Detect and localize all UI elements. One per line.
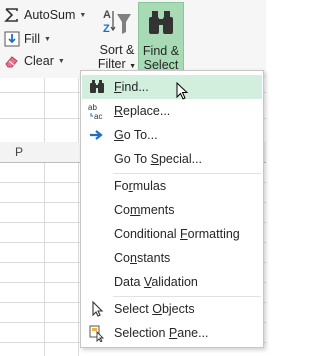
menu-item-select-objects[interactable]: Select Objects: [82, 297, 262, 321]
menu-item-find[interactable]: Find...: [82, 75, 262, 99]
clear-label: Clear: [24, 54, 54, 68]
ribbon: AutoSum ▼ Fill ▼ Clear ▼ A Z Sort & Filt…: [0, 0, 266, 85]
fill-label: Fill: [24, 32, 40, 46]
find-select-label-line1: Find &: [142, 44, 180, 58]
svg-text:A: A: [103, 9, 111, 21]
menu-item-conditional-formatting-label: Conditional Formatting: [114, 227, 240, 241]
menu-item-formulas[interactable]: Formulas: [82, 174, 262, 198]
menu-item-replace-label: Replace...: [114, 104, 171, 118]
autosum-dropdown-icon[interactable]: ▼: [79, 12, 86, 19]
menu-item-data-validation[interactable]: Data Validation: [82, 270, 262, 294]
mouse-cursor-icon: [176, 82, 189, 100]
menu-item-goto-special-label: Go To Special...: [114, 152, 203, 166]
menu-item-comments-label: Comments: [114, 203, 175, 217]
selection-pane-icon: [89, 325, 105, 342]
sort-filter-label-line1: Sort &: [99, 43, 135, 57]
menu-item-comments[interactable]: Comments: [82, 198, 262, 222]
fill-down-icon: [4, 31, 20, 47]
fill-button[interactable]: Fill ▼: [4, 29, 51, 49]
clear-dropdown-icon[interactable]: ▼: [58, 58, 65, 65]
arrow-right-icon: [90, 130, 103, 140]
svg-text:Z: Z: [103, 23, 110, 35]
menu-item-goto-label: Go To...: [114, 128, 158, 142]
column-header-p[interactable]: P: [15, 145, 23, 159]
menu-item-conditional-formatting[interactable]: Conditional Formatting: [82, 222, 262, 246]
find-select-button[interactable]: Find & Select ▼: [138, 2, 184, 85]
menu-item-constants-label: Constants: [114, 251, 171, 265]
svg-text:ac: ac: [94, 112, 102, 120]
sort-filter-icon: A Z: [103, 9, 131, 35]
menu-item-find-label: Find...: [114, 80, 149, 94]
menu-item-formulas-label: Formulas: [114, 179, 167, 193]
menu-item-data-validation-label: Data Validation: [114, 275, 198, 289]
autosum-button[interactable]: AutoSum ▼: [4, 5, 86, 25]
binoculars-icon: [90, 80, 104, 93]
eraser-icon: [5, 56, 18, 68]
binoculars-icon: [149, 11, 173, 34]
menu-item-selection-pane-label: Selection Pane...: [114, 326, 209, 340]
sigma-icon: [4, 8, 18, 22]
autosum-label: AutoSum: [24, 8, 76, 22]
pointer-icon: [92, 300, 104, 317]
menu-item-goto-special[interactable]: Go To Special...: [82, 147, 262, 171]
menu-item-replace[interactable]: ab ac Replace...: [82, 99, 262, 123]
clear-button[interactable]: Clear ▼: [4, 51, 65, 71]
menu-item-constants[interactable]: Constants: [82, 246, 262, 270]
replace-icon: ab ac: [88, 103, 102, 120]
find-select-menu: Find... ab ac Replace... Go To... Go To …: [80, 70, 264, 348]
svg-text:ab: ab: [88, 103, 97, 112]
menu-item-select-objects-label: Select Objects: [114, 302, 195, 316]
fill-dropdown-icon[interactable]: ▼: [44, 36, 51, 43]
menu-item-selection-pane[interactable]: Selection Pane...: [82, 321, 262, 345]
menu-item-goto[interactable]: Go To...: [82, 123, 262, 147]
sort-filter-button[interactable]: A Z Sort & Filter ▼: [96, 2, 138, 72]
